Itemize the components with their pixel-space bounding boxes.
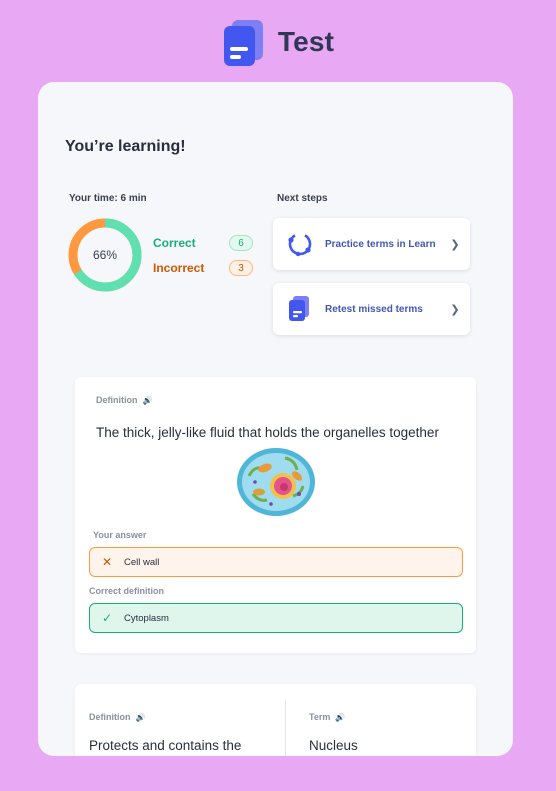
retest-missed-label: Retest missed terms: [325, 303, 423, 315]
incorrect-label: Incorrect: [153, 261, 205, 275]
definition-label: Definition 🔊: [96, 395, 152, 405]
x-mark-icon: ✕: [101, 555, 113, 569]
chevron-right-icon: ❯: [450, 303, 460, 316]
test-document-icon: [289, 296, 309, 321]
retest-missed-button[interactable]: Retest missed terms ❯: [273, 283, 470, 335]
divider: [285, 700, 286, 756]
term-label: Term 🔊: [309, 712, 345, 722]
definition-text: Protects and contains the: [89, 738, 242, 753]
speaker-icon[interactable]: 🔊: [136, 713, 146, 722]
correct-answer-text: Cytoplasm: [124, 612, 169, 624]
speaker-icon[interactable]: 🔊: [143, 396, 153, 405]
correct-count-badge: 6: [229, 235, 253, 251]
correct-stat: Correct 6: [153, 234, 253, 252]
definition-label-text: Definition: [89, 712, 131, 722]
your-answer-label: Your answer: [93, 530, 147, 540]
results-heading: You’re learning!: [65, 138, 186, 155]
question-card-2: Definition 🔊 Term 🔊 Protects and contain…: [75, 684, 476, 756]
app-header: Test: [0, 14, 556, 70]
results-panel: You’re learning! Your time: 6 min Next s…: [38, 82, 513, 756]
incorrect-count-badge: 3: [229, 260, 253, 276]
learn-cycle-icon: [288, 232, 312, 257]
practice-learn-label: Practice terms in Learn: [325, 238, 436, 250]
check-mark-icon: ✓: [101, 611, 113, 625]
page-title: Test: [277, 26, 335, 57]
your-answer-box: ✕ Cell wall: [89, 547, 463, 577]
score-percent: 66%: [92, 248, 118, 262]
time-label: Your time: 6 min: [69, 193, 147, 204]
cell-diagram-icon: [237, 448, 315, 516]
your-answer-text: Cell wall: [124, 556, 160, 568]
correct-definition-label: Correct definition: [89, 586, 165, 596]
speaker-icon[interactable]: 🔊: [335, 713, 345, 722]
term-text: Nucleus: [309, 738, 358, 753]
definition-label: Definition 🔊: [89, 712, 145, 722]
question-prompt: The thick, jelly-like fluid that holds t…: [96, 425, 439, 440]
test-document-icon: [222, 18, 268, 66]
practice-learn-button[interactable]: Practice terms in Learn ❯: [273, 218, 470, 270]
correct-answer-box: ✓ Cytoplasm: [89, 603, 463, 633]
incorrect-stat: Incorrect 3: [153, 259, 253, 277]
correct-label: Correct: [153, 236, 196, 250]
question-card: Definition 🔊 The thick, jelly-like fluid…: [75, 377, 476, 653]
chevron-right-icon: ❯: [450, 238, 460, 251]
definition-label-text: Definition: [96, 395, 138, 405]
next-steps-label: Next steps: [277, 193, 328, 204]
term-label-text: Term: [309, 712, 331, 722]
